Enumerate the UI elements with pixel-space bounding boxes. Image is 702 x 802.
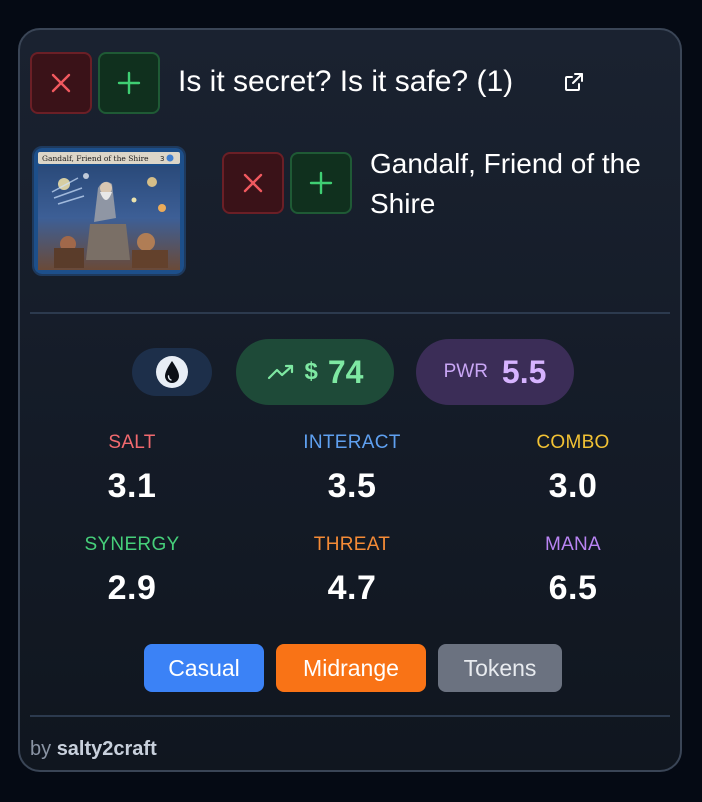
- divider: [30, 312, 670, 314]
- card-name[interactable]: Gandalf, Friend of the Shire: [370, 144, 670, 224]
- stat-label: MANA: [544, 534, 602, 555]
- stat-value: 2.9: [107, 569, 157, 607]
- stat-value: 6.5: [548, 569, 598, 607]
- card-art-image: Gandalf, Friend of the Shire 3: [34, 148, 184, 274]
- stat-value: 3.0: [548, 467, 598, 505]
- close-icon: [243, 173, 263, 193]
- stat-mana: MANA 6.5: [463, 534, 683, 608]
- price-value: 74: [327, 353, 364, 390]
- card-thumbnail[interactable]: Gandalf, Friend of the Shire 3: [32, 146, 186, 276]
- stat-label: THREAT: [313, 534, 391, 555]
- stat-label: COMBO: [536, 432, 610, 453]
- color-identity-badge: [132, 348, 212, 396]
- price-badge: $ 74: [236, 339, 394, 405]
- deck-card: Is it secret? Is it safe? (1) Gandalf, F…: [18, 28, 682, 772]
- plus-icon: [309, 171, 333, 195]
- power-badge: PWR 5.5: [416, 339, 574, 405]
- stat-synergy: SYNERGY 2.9: [22, 534, 242, 608]
- stat-label: INTERACT: [303, 432, 401, 453]
- divider: [30, 715, 670, 717]
- add-deck-button[interactable]: [98, 52, 160, 114]
- plus-icon: [117, 71, 141, 95]
- stat-threat: THREAT 4.7: [242, 534, 462, 608]
- stat-label: SALT: [108, 432, 156, 453]
- power-value: 5.5: [501, 353, 547, 390]
- tag-tokens[interactable]: Tokens: [438, 644, 562, 692]
- card-art-title: Gandalf, Friend of the Shire: [42, 154, 149, 163]
- trending-up-icon: [267, 364, 293, 380]
- add-card-button[interactable]: [290, 152, 352, 214]
- stat-salt: SALT 3.1: [22, 432, 242, 506]
- author-name[interactable]: salty2craft: [57, 738, 157, 760]
- stat-interact: INTERACT 3.5: [242, 432, 462, 506]
- tag-casual[interactable]: Casual: [144, 644, 264, 692]
- price-symbol: $: [304, 358, 318, 385]
- remove-deck-button[interactable]: [30, 52, 92, 114]
- stat-combo: COMBO 3.0: [463, 432, 683, 506]
- tag-midrange[interactable]: Midrange: [276, 644, 426, 692]
- author-line: by salty2craft: [30, 736, 157, 762]
- author-prefix: by: [30, 738, 52, 760]
- external-link-icon[interactable]: [564, 72, 584, 92]
- blue-mana-drop-icon: [156, 356, 188, 388]
- stat-value: 4.7: [327, 569, 377, 607]
- stat-value: 3.5: [327, 467, 377, 505]
- card-art-cost: 3: [160, 155, 164, 163]
- close-icon: [51, 73, 71, 93]
- remove-card-button[interactable]: [222, 152, 284, 214]
- deck-title[interactable]: Is it secret? Is it safe? (1): [178, 62, 513, 102]
- stat-value: 3.1: [107, 467, 157, 505]
- power-label: PWR: [443, 361, 488, 382]
- stat-label: SYNERGY: [84, 534, 180, 555]
